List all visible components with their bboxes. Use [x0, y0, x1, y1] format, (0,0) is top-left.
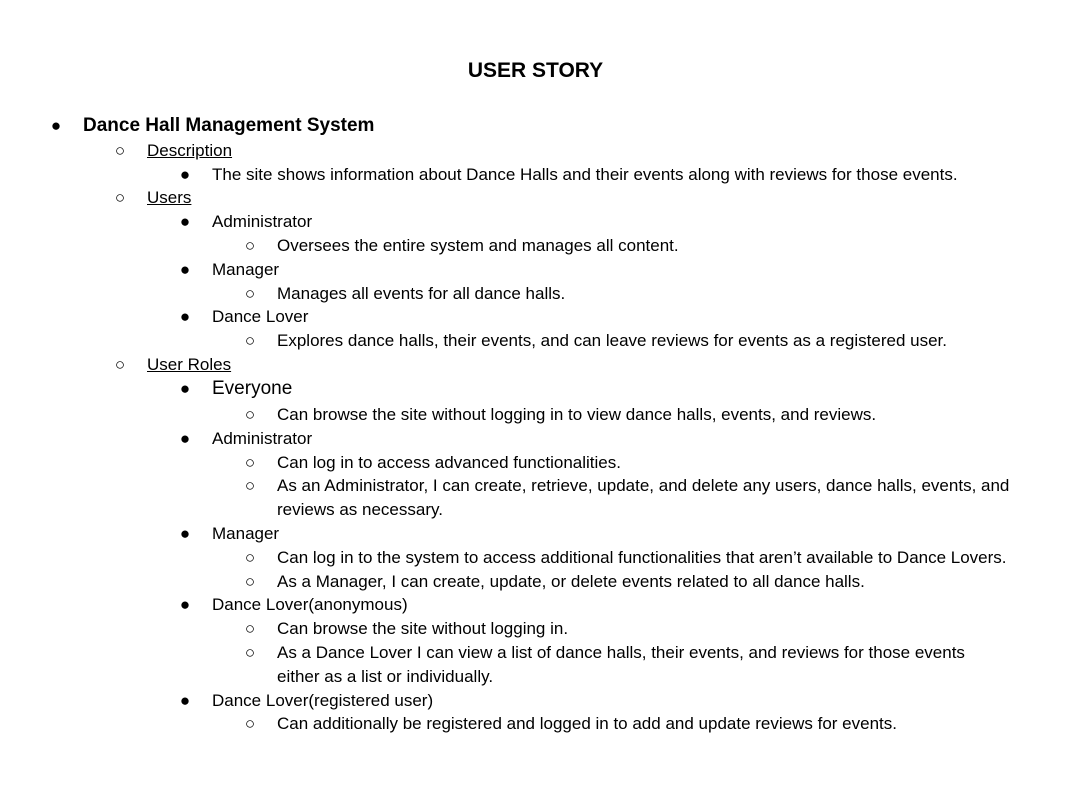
role-point: Can log in to access advanced functional…: [277, 453, 621, 472]
users-heading: Users: [147, 188, 192, 207]
role-name: Dance Lover(registered user): [212, 691, 434, 710]
bullet-hollow: ○: [244, 619, 256, 638]
document-page: USER STORY ● Dance Hall Management Syste…: [0, 0, 1076, 806]
role-name: Everyone: [212, 378, 293, 399]
bullet-hollow: ○: [244, 548, 256, 567]
user-detail: Manages all events for all dance halls.: [277, 284, 566, 303]
bullet-filled: ●: [179, 691, 191, 710]
description-text: The site shows information about Dance H…: [212, 165, 958, 184]
bullet-hollow: ○: [244, 643, 256, 662]
role-point-continued: reviews as necessary.: [277, 500, 443, 519]
bullet-hollow: ○: [244, 405, 256, 424]
role-point: As a Manager, I can create, update, or d…: [277, 572, 865, 591]
bullet-hollow: ○: [244, 236, 256, 255]
role-name: Dance Lover(anonymous): [212, 595, 408, 614]
bullet-hollow: ○: [244, 476, 256, 495]
bullet-hollow: ○: [114, 355, 126, 374]
bullet-hollow: ○: [114, 188, 126, 207]
role-point: Can log in to the system to access addit…: [277, 548, 1007, 567]
bullet-hollow: ○: [244, 331, 256, 350]
bullet-filled: ●: [179, 595, 191, 614]
role-point: As an Administrator, I can create, retri…: [277, 476, 1010, 495]
user-name: Manager: [212, 260, 280, 279]
role-point: As a Dance Lover I can view a list of da…: [277, 643, 965, 662]
user-detail: Explores dance halls, their events, and …: [277, 331, 947, 350]
user-roles-heading: User Roles: [147, 355, 232, 374]
role-point-continued: either as a list or individually.: [277, 667, 494, 686]
section-title: Dance Hall Management System: [83, 115, 375, 136]
role-name: Administrator: [212, 429, 313, 448]
user-name: Dance Lover: [212, 307, 309, 326]
bullet-hollow: ○: [244, 572, 256, 591]
role-name: Manager: [212, 524, 280, 543]
bullet-hollow: ○: [244, 714, 256, 733]
bullet-filled: ●: [179, 524, 191, 543]
bullet-filled: ●: [179, 260, 191, 279]
bullet-filled: ●: [50, 116, 62, 135]
role-point: Can browse the site without logging in t…: [277, 405, 877, 424]
role-point: Can browse the site without logging in.: [277, 619, 569, 638]
description-heading: Description: [147, 141, 233, 160]
document-title: USER STORY: [467, 59, 604, 82]
bullet-hollow: ○: [244, 453, 256, 472]
bullet-filled: ●: [179, 429, 191, 448]
role-point: Can additionally be registered and logge…: [277, 714, 897, 733]
user-name: Administrator: [212, 212, 313, 231]
bullet-hollow: ○: [244, 284, 256, 303]
bullet-filled: ●: [179, 212, 191, 231]
bullet-filled: ●: [179, 379, 191, 398]
bullet-hollow: ○: [114, 141, 126, 160]
bullet-filled: ●: [179, 307, 191, 326]
user-detail: Oversees the entire system and manages a…: [277, 236, 679, 255]
bullet-filled: ●: [179, 165, 191, 184]
